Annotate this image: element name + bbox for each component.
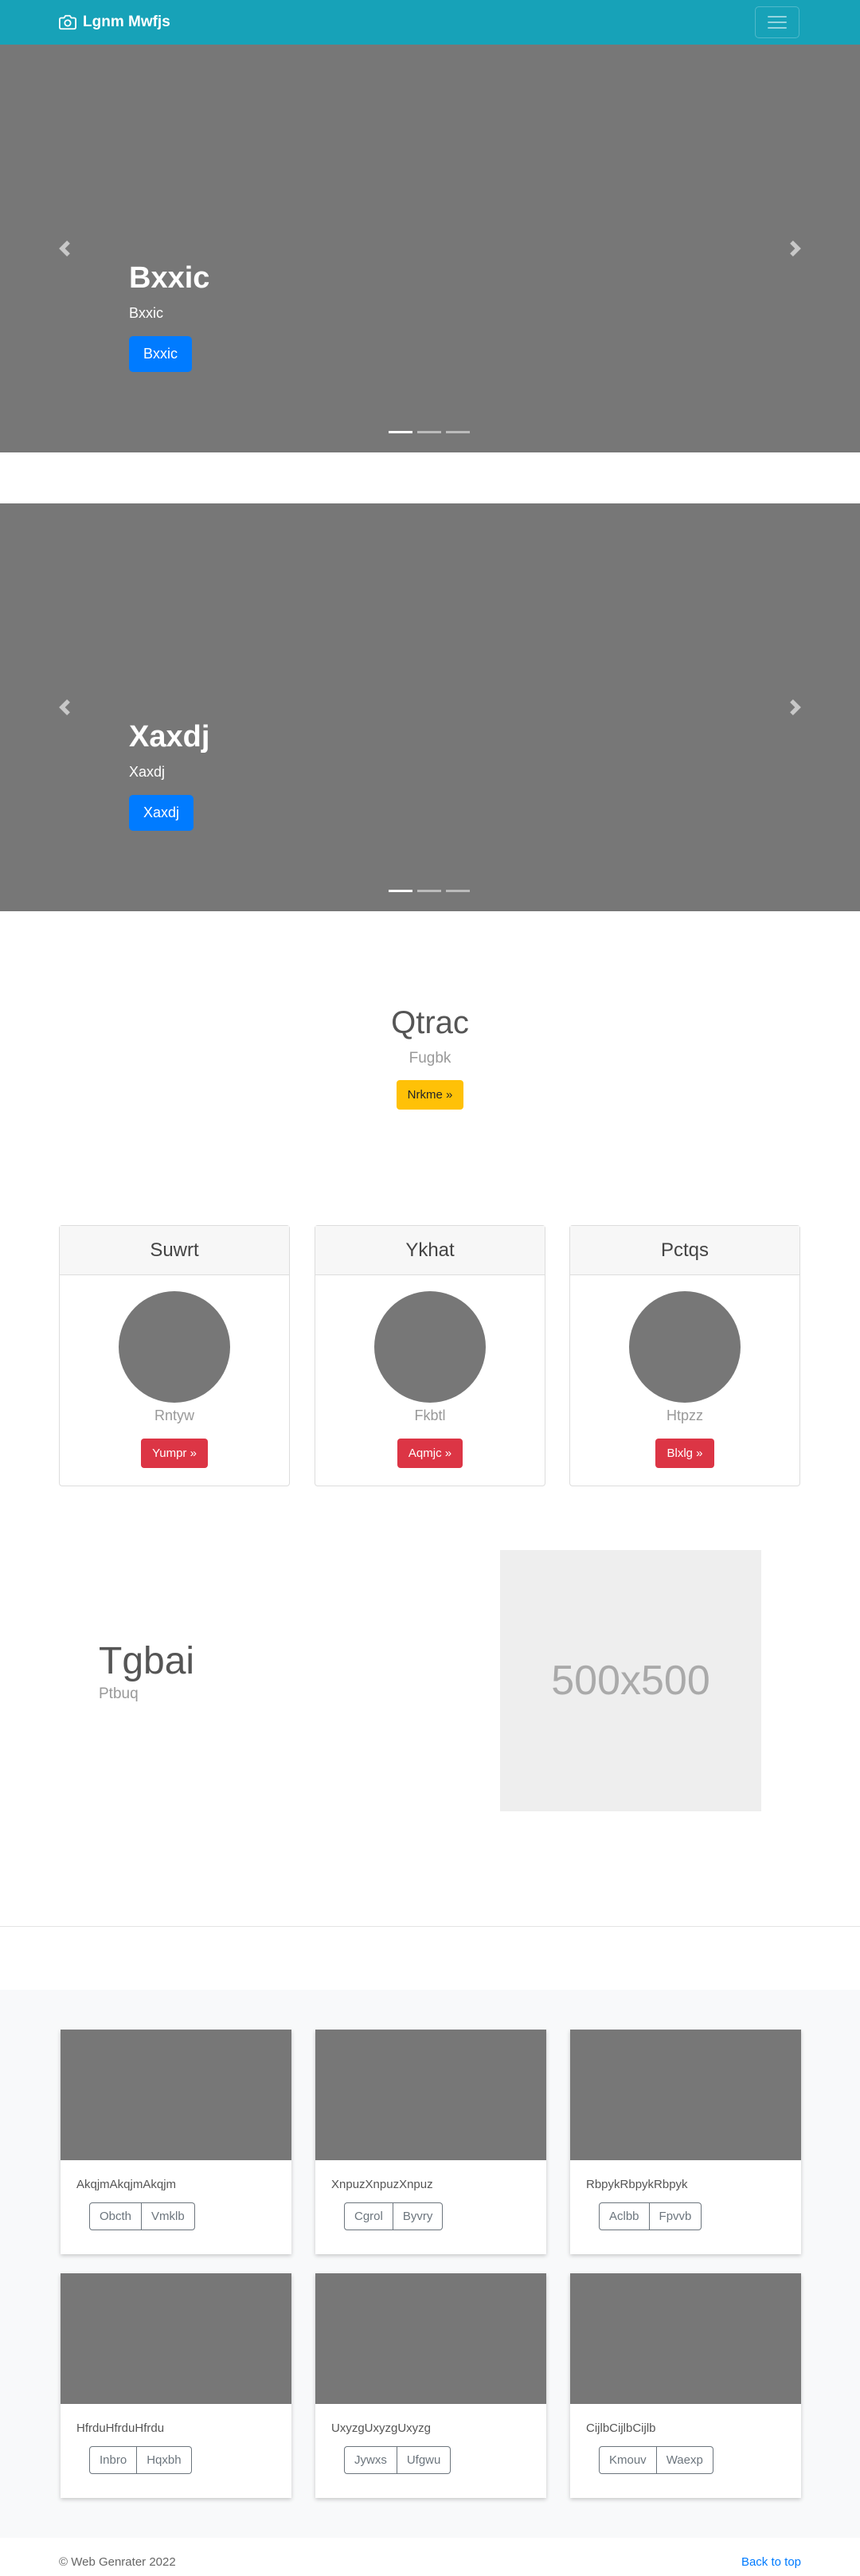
album-button[interactable]: Jywxs bbox=[344, 2446, 397, 2474]
card-button[interactable]: Aqmjc » bbox=[397, 1439, 463, 1468]
carousel-cta-button[interactable]: Xaxdj bbox=[129, 795, 194, 831]
album-card: RbpykRbpykRbpyk Aclbb Fpvvb bbox=[570, 2030, 801, 2254]
carousel-caption: Bxxic Bxxic Bxxic bbox=[129, 260, 209, 372]
album-button[interactable]: Ufgwu bbox=[397, 2446, 452, 2474]
carousel-indicator[interactable] bbox=[417, 431, 441, 433]
navbar: Lgnm Mwfjs bbox=[0, 0, 860, 45]
carousel-text: Xaxdj bbox=[129, 764, 166, 780]
carousel-indicators bbox=[389, 431, 470, 433]
album-button-group: Aclbb Fpvvb bbox=[599, 2202, 801, 2230]
album-thumbnail bbox=[61, 2273, 291, 2404]
feature-card: Suwrt Rntyw Yumpr » bbox=[59, 1225, 290, 1486]
feature-card: Ykhat Fkbtl Aqmjc » bbox=[315, 1225, 545, 1486]
album-section: AkqjmAkqjmAkqjm Obcth Vmklb XnpuzXnpuzXn… bbox=[0, 1990, 860, 2538]
album-card-text: AkqjmAkqjmAkqjm bbox=[76, 2178, 177, 2191]
album-button[interactable]: Fpvvb bbox=[649, 2202, 702, 2230]
navbar-toggler-button[interactable] bbox=[755, 6, 799, 38]
hamburger-icon bbox=[768, 16, 787, 29]
album-card: XnpuzXnpuzXnpuz Cgrol Byvry bbox=[315, 2030, 546, 2254]
chevron-right-icon bbox=[790, 699, 801, 715]
album-button[interactable]: Aclbb bbox=[599, 2202, 650, 2230]
album-thumbnail bbox=[570, 2273, 801, 2404]
album-card-text: UxyzgUxyzgUxyzg bbox=[331, 2421, 432, 2435]
carousel-cta-button[interactable]: Bxxic bbox=[129, 336, 193, 372]
album-card: CijlbCijlbCijlb Kmouv Waexp bbox=[570, 2273, 801, 2498]
album-thumbnail bbox=[570, 2030, 801, 2160]
album-button[interactable]: Vmklb bbox=[142, 2202, 195, 2230]
chevron-left-icon bbox=[59, 241, 70, 256]
album-button[interactable]: Hqxbh bbox=[137, 2446, 192, 2474]
album-card-text: XnpuzXnpuzXnpuz bbox=[331, 2178, 433, 2191]
camera-icon bbox=[59, 14, 76, 30]
carousel-title: Xaxdj bbox=[129, 720, 210, 754]
card-header: Pctqs bbox=[570, 1226, 799, 1275]
card-subtitle: Htpzz bbox=[666, 1407, 703, 1423]
brand-text: Lgnm Mwfjs bbox=[83, 14, 170, 30]
jumbo-title: Qtrac bbox=[391, 1005, 469, 1040]
back-to-top-link[interactable]: Back to top bbox=[741, 2555, 801, 2569]
featurette: Tgbai Ptbuq bbox=[99, 1639, 194, 1703]
carousel-indicator[interactable] bbox=[446, 431, 470, 433]
carousel-title: Bxxic bbox=[129, 261, 210, 295]
carousel-prev-button[interactable] bbox=[0, 45, 129, 452]
album-button-group: Kmouv Waexp bbox=[599, 2446, 801, 2474]
card-subtitle: Fkbtl bbox=[414, 1407, 446, 1423]
card-avatar bbox=[119, 1291, 230, 1403]
chevron-right-icon bbox=[790, 241, 801, 256]
chevron-left-icon bbox=[59, 699, 70, 715]
carousel-next-button[interactable] bbox=[731, 503, 860, 911]
section-divider bbox=[0, 1926, 860, 1927]
card-header: Suwrt bbox=[60, 1226, 289, 1275]
album-thumbnail bbox=[315, 2030, 546, 2160]
featurette-image-placeholder: 500x500 bbox=[500, 1550, 761, 1811]
card-header: Ykhat bbox=[315, 1226, 545, 1275]
hero-carousel-2: Xaxdj Xaxdj Xaxdj bbox=[0, 503, 860, 911]
hero-carousel-1: Bxxic Bxxic Bxxic bbox=[0, 45, 860, 452]
carousel-indicator[interactable] bbox=[389, 431, 412, 433]
album-button[interactable]: Byvry bbox=[393, 2202, 444, 2230]
carousel-next-button[interactable] bbox=[731, 45, 860, 452]
album-card-text: HfrduHfrduHfrdu bbox=[76, 2421, 165, 2435]
card-avatar bbox=[374, 1291, 486, 1403]
album-button[interactable]: Cgrol bbox=[344, 2202, 393, 2230]
carousel-indicator[interactable] bbox=[446, 890, 470, 892]
carousel-indicators bbox=[389, 890, 470, 892]
jumbotron: Qtrac Fugbk Nrkme » bbox=[0, 1004, 860, 1110]
jumbo-button[interactable]: Nrkme » bbox=[396, 1080, 464, 1110]
card-button[interactable]: Yumpr » bbox=[141, 1439, 208, 1468]
jumbo-lead: Fugbk bbox=[408, 1050, 452, 1067]
album-card: UxyzgUxyzgUxyzg Jywxs Ufgwu bbox=[315, 2273, 546, 2498]
card-subtitle: Rntyw bbox=[154, 1407, 194, 1423]
album-button[interactable]: Inbro bbox=[89, 2446, 138, 2474]
album-button[interactable]: Kmouv bbox=[599, 2446, 657, 2474]
carousel-indicator[interactable] bbox=[417, 890, 441, 892]
card-avatar bbox=[629, 1291, 741, 1403]
footer-copyright: © Web Genrater 2022 bbox=[59, 2555, 176, 2569]
carousel-indicator[interactable] bbox=[389, 890, 412, 892]
featurette-heading: Tgbai bbox=[99, 1640, 195, 1682]
album-button-group: Obcth Vmklb bbox=[89, 2202, 291, 2230]
album-button-group: Jywxs Ufgwu bbox=[344, 2446, 546, 2474]
carousel-text: Bxxic bbox=[129, 305, 164, 321]
album-card-text: CijlbCijlbCijlb bbox=[586, 2421, 656, 2435]
album-button-group: Cgrol Byvry bbox=[344, 2202, 546, 2230]
album-thumbnail bbox=[61, 2030, 291, 2160]
album-button-group: Inbro Hqxbh bbox=[89, 2446, 291, 2474]
album-card: HfrduHfrduHfrdu Inbro Hqxbh bbox=[61, 2273, 291, 2498]
feature-card: Pctqs Htpzz Blxlg » bbox=[569, 1225, 800, 1486]
album-thumbnail bbox=[315, 2273, 546, 2404]
album-card: AkqjmAkqjmAkqjm Obcth Vmklb bbox=[61, 2030, 291, 2254]
album-button[interactable]: Obcth bbox=[89, 2202, 143, 2230]
carousel-prev-button[interactable] bbox=[0, 503, 129, 911]
album-card-text: RbpykRbpykRbpyk bbox=[586, 2178, 688, 2191]
featurette-subheading: Ptbuq bbox=[99, 1685, 139, 1702]
brand-link[interactable]: Lgnm Mwfjs bbox=[59, 11, 170, 33]
carousel-caption: Xaxdj Xaxdj Xaxdj bbox=[129, 718, 209, 831]
album-button[interactable]: Waexp bbox=[656, 2446, 713, 2474]
card-button[interactable]: Blxlg » bbox=[655, 1439, 714, 1468]
